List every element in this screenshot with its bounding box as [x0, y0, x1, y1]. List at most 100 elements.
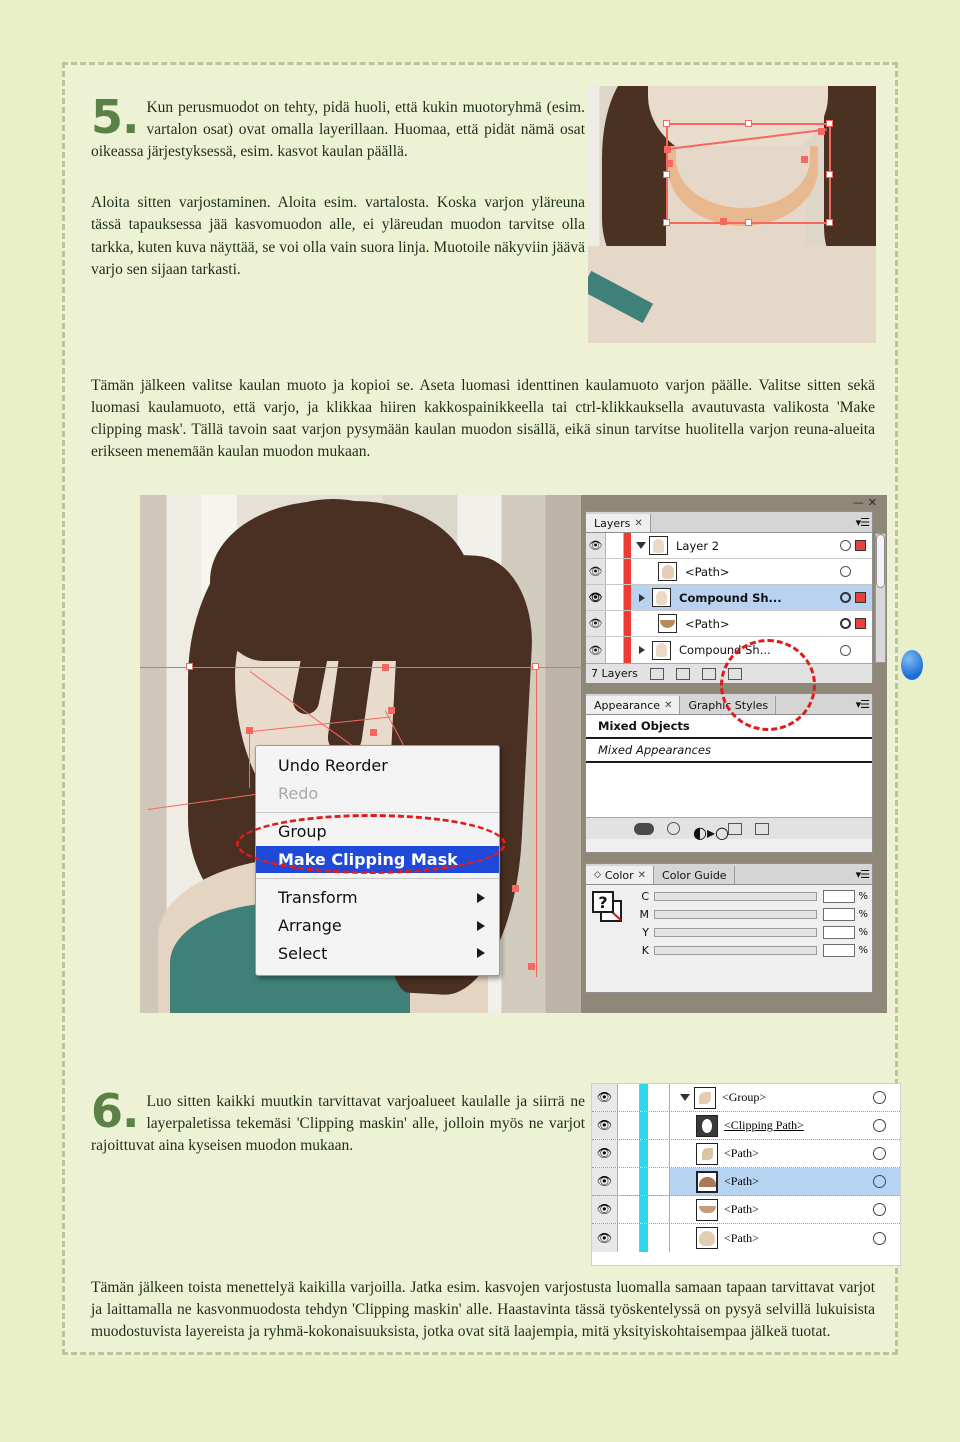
minimize-icon[interactable]: — — [853, 496, 868, 509]
chevron-right-icon[interactable] — [639, 593, 645, 602]
lock-toggle[interactable] — [618, 1112, 640, 1139]
lock-toggle[interactable] — [606, 585, 624, 610]
window-controls[interactable]: —✕ — [853, 496, 881, 509]
layer-name[interactable]: <Path> — [718, 1174, 873, 1189]
chevron-down-icon[interactable] — [680, 1094, 690, 1101]
duplicate-item-icon[interactable]: ◐▸○ — [693, 823, 729, 842]
layer-name[interactable]: Compound Sh... — [671, 643, 840, 657]
layer-row[interactable]: 👁 Compound Sh... — [586, 585, 872, 611]
lock-toggle[interactable] — [618, 1084, 640, 1111]
channel-slider[interactable] — [654, 946, 818, 955]
appearance-row-mixed-objects[interactable]: Mixed Objects — [586, 715, 872, 739]
chevron-down-icon[interactable] — [636, 542, 646, 549]
appearance-row-mixed-appearances[interactable]: Mixed Appearances — [586, 739, 872, 763]
menu-item-undo-reorder[interactable]: Undo Reorder — [256, 752, 499, 780]
channel-value-field[interactable] — [823, 944, 856, 957]
layer-name[interactable]: Layer 2 — [668, 539, 840, 553]
target-indicator[interactable] — [840, 592, 851, 603]
mini-layer-row[interactable]: 👁 <Path> — [592, 1168, 900, 1196]
menu-item-transform[interactable]: Transform — [256, 884, 499, 912]
layer-name[interactable]: <Path> — [677, 617, 840, 631]
tab-graphic-styles[interactable]: Graphic Styles — [680, 696, 777, 714]
lock-toggle[interactable] — [618, 1168, 640, 1195]
mini-layer-row[interactable]: 👁 <Clipping Path> — [592, 1112, 900, 1140]
panel-menu-icon[interactable]: ▾☰ — [856, 868, 870, 881]
channel-slider[interactable] — [654, 928, 818, 937]
visibility-toggle[interactable]: 👁 — [592, 1112, 618, 1139]
lock-toggle[interactable] — [606, 611, 624, 636]
mini-layer-row[interactable]: 👁 <Path> — [592, 1196, 900, 1224]
channel-slider[interactable] — [654, 892, 818, 901]
tab-color[interactable]: ◇ Color ✕ — [586, 866, 655, 884]
channel-value-field[interactable] — [823, 890, 856, 903]
close-icon[interactable]: ✕ — [638, 870, 646, 881]
tab-appearance[interactable]: Appearance ✕ — [586, 696, 681, 714]
add-new-fill-icon[interactable] — [728, 822, 742, 835]
lock-toggle[interactable] — [618, 1196, 640, 1223]
visibility-toggle[interactable]: 👁 — [586, 611, 606, 636]
chevron-right-icon[interactable] — [639, 646, 645, 654]
lock-toggle[interactable] — [606, 637, 624, 663]
make-clipping-mask-icon[interactable] — [649, 667, 664, 680]
delete-layer-icon[interactable] — [727, 667, 742, 680]
menu-item-group[interactable]: Group — [256, 818, 499, 846]
visibility-toggle[interactable]: 👁 — [586, 637, 606, 663]
layer-row[interactable]: 👁 <Path> — [586, 559, 872, 585]
layer-row[interactable]: 👁 <Path> — [586, 611, 872, 637]
layers-scrollbar[interactable] — [875, 533, 886, 663]
mini-layer-row[interactable]: 👁 <Group> — [592, 1084, 900, 1112]
channel-value-field[interactable] — [823, 926, 856, 939]
visibility-toggle[interactable]: 👁 — [592, 1084, 618, 1111]
target-indicator[interactable] — [873, 1119, 886, 1132]
target-indicator[interactable] — [840, 566, 851, 577]
channel-value-field[interactable] — [823, 908, 856, 921]
menu-item-select[interactable]: Select — [256, 940, 499, 968]
visibility-toggle[interactable]: 👁 — [586, 585, 606, 610]
fill-stroke-indicator[interactable]: ? — [592, 891, 626, 923]
lock-toggle[interactable] — [606, 559, 624, 584]
mini-layer-row[interactable]: 👁 <Path> — [592, 1224, 900, 1252]
tab-color-guide[interactable]: Color Guide — [654, 866, 735, 884]
layer-name[interactable]: Compound Sh... — [671, 591, 840, 605]
mini-layer-row[interactable]: 👁 <Path> — [592, 1140, 900, 1168]
channel-slider[interactable] — [654, 910, 818, 919]
visibility-toggle[interactable]: 👁 — [592, 1224, 618, 1252]
layer-row[interactable]: 👁 Compound Sh... — [586, 637, 872, 663]
target-indicator[interactable] — [873, 1091, 886, 1104]
close-icon[interactable]: ✕ — [868, 496, 881, 509]
add-new-stroke-icon[interactable] — [634, 822, 654, 835]
panel-menu-icon[interactable]: ▾☰ — [856, 516, 870, 529]
panel-menu-icon[interactable]: ▾☰ — [856, 698, 870, 711]
visibility-toggle[interactable]: 👁 — [592, 1196, 618, 1223]
target-indicator[interactable] — [873, 1175, 886, 1188]
clear-appearance-icon[interactable] — [667, 822, 680, 835]
target-indicator[interactable] — [873, 1231, 886, 1245]
layer-name[interactable]: <Group> — [716, 1090, 873, 1105]
visibility-toggle[interactable]: 👁 — [586, 533, 606, 558]
new-layer-icon[interactable] — [701, 667, 716, 680]
menu-item-make-clipping-mask[interactable]: Make Clipping Mask — [256, 845, 499, 874]
layer-name[interactable]: <Path> — [677, 565, 840, 579]
layer-name[interactable]: <Clipping Path> — [718, 1118, 873, 1133]
target-indicator[interactable] — [873, 1147, 886, 1160]
layer-name[interactable]: <Path> — [718, 1202, 873, 1217]
layer-name[interactable]: <Path> — [718, 1231, 873, 1246]
lock-toggle[interactable] — [618, 1224, 640, 1252]
target-indicator[interactable] — [840, 644, 851, 656]
lock-toggle[interactable] — [618, 1140, 640, 1167]
target-indicator[interactable] — [840, 618, 851, 629]
visibility-toggle[interactable]: 👁 — [586, 559, 606, 584]
target-indicator[interactable] — [840, 540, 851, 551]
visibility-toggle[interactable]: 👁 — [592, 1140, 618, 1167]
visibility-toggle[interactable]: 👁 — [592, 1168, 618, 1195]
context-menu[interactable]: Undo Reorder Redo Group Make Clipping Ma… — [255, 745, 500, 977]
close-icon[interactable]: ✕ — [634, 518, 642, 529]
layer-row[interactable]: 👁 Layer 2 — [586, 533, 872, 559]
tab-layers[interactable]: Layers ✕ — [586, 514, 651, 532]
fill-swatch[interactable]: ? — [592, 891, 614, 913]
delete-item-icon[interactable] — [755, 822, 769, 835]
layer-name[interactable]: <Path> — [718, 1146, 873, 1161]
target-indicator[interactable] — [873, 1203, 886, 1216]
scrollbar-thumb[interactable] — [876, 534, 885, 588]
close-icon[interactable]: ✕ — [664, 700, 672, 711]
